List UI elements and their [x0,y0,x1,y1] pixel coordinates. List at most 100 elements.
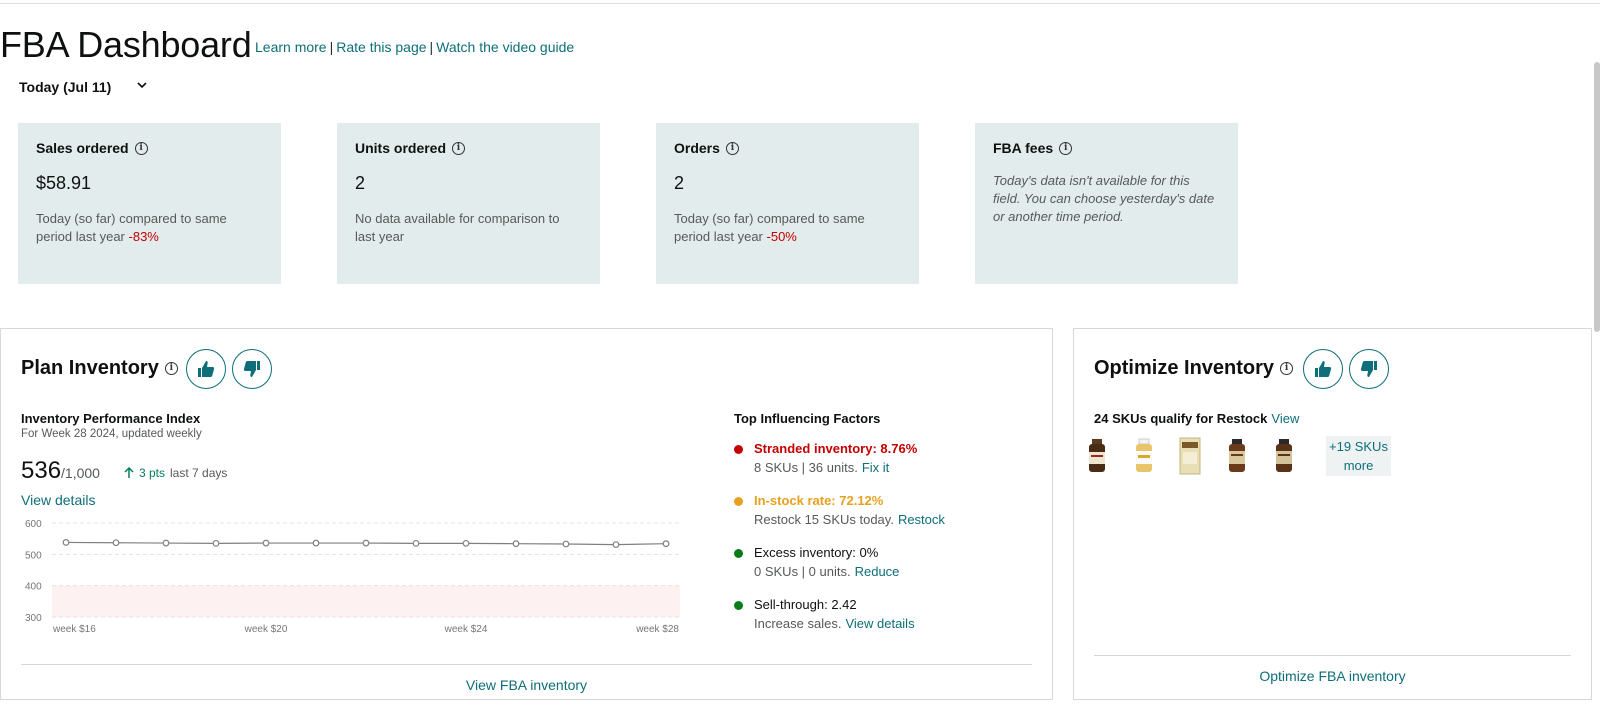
status-dot [734,497,743,506]
thumbs-down-icon [1360,361,1377,377]
video-guide-link[interactable]: Watch the video guide [436,39,574,55]
panel-divider [1094,655,1571,656]
factor-detail: Restock 15 SKUs today. [754,512,894,527]
metric-card-fba-fees: FBA fees i Today's data isn't available f… [975,123,1238,284]
product-box-image[interactable] [1173,436,1207,476]
view-details-link[interactable]: View details [21,492,95,508]
factor-label: Stranded inventory: 8.76% [754,441,918,456]
optimize-fba-inventory-link[interactable]: Optimize FBA inventory [1094,668,1571,684]
restock-view-link[interactable]: View [1271,411,1299,426]
metric-label: Units ordered [355,140,447,156]
date-dropdown-label: Today (Jul 11) [19,79,112,95]
ipi-change-period: last 7 days [170,466,228,480]
ipi-score: 536/1,000 [21,457,100,485]
metric-change: -50% [766,229,797,244]
more-skus-button[interactable]: +19 SKUs more [1326,436,1391,476]
chart-data-point [512,540,520,548]
chevron-down-icon [137,82,147,89]
info-icon[interactable]: i [725,141,739,155]
ipi-change: 3 pts last 7 days [123,466,227,480]
chart-data-point [362,539,370,547]
date-dropdown[interactable]: Today (Jul 11) [19,79,147,95]
factors-title: Top Influencing Factors [734,411,881,426]
more-skus-count: +19 SKUs [1329,439,1388,454]
chart-data-point [262,539,270,547]
info-icon[interactable]: i [134,141,148,155]
arrow-up-icon [124,467,134,478]
chart-y-tick-label: 600 [25,519,42,530]
chart-data-point [612,541,620,549]
chart-y-tick-label: 400 [25,582,42,593]
fix-it-link[interactable]: Fix it [862,460,889,475]
learn-more-link[interactable]: Learn more [255,39,327,55]
chart-y-tick-label: 300 [25,613,42,624]
metric-desc: Today (so far) compared to same period l… [674,210,901,246]
view-fba-inventory-link[interactable]: View FBA inventory [21,677,1032,693]
chart-x-tick-label: week $24 [444,624,488,635]
factor-label: Excess inventory: 0% [754,545,879,560]
status-dot [734,549,743,558]
info-icon[interactable]: i [1059,141,1073,155]
panel-title-text: Optimize Inventory [1094,357,1275,379]
metric-label: Orders [674,140,720,156]
metric-value: 2 [674,173,685,193]
ipi-subtitle: For Week 28 2024, updated weekly [21,428,202,440]
product-bottle-image[interactable] [1267,436,1301,476]
factor-detail: 8 SKUs | 36 units. [754,460,858,475]
chart-data-point [462,539,470,547]
chart-data-point [412,539,420,547]
thumbs-down-button[interactable] [1349,349,1389,389]
optimize-inventory-panel: Optimize Inventory i 24 SKUs qualify for … [1073,328,1592,700]
metric-card-units: Units ordered i 2 No data available for c… [337,123,600,284]
link-separator: | [329,39,334,55]
reduce-link[interactable]: Reduce [855,564,900,579]
product-bottle-image[interactable] [1080,436,1114,476]
ipi-change-value: 3 pts [139,466,166,480]
chart-y-tick-label: 500 [25,550,42,561]
info-icon[interactable]: i [452,141,466,155]
thumbs-up-button[interactable] [186,349,226,389]
rate-page-link[interactable]: Rate this page [336,39,426,55]
factor-label: Sell-through: 2.42 [754,597,857,612]
optimize-inventory-title: Optimize Inventory i [1094,357,1294,380]
sell-through-details-link[interactable]: View details [845,616,914,631]
factor-sell-through: Sell-through: 2.42 Increase sales. View d… [734,595,915,633]
chart-data-point [562,540,570,548]
chart-data-point [212,539,220,547]
plan-inventory-title: Plan Inventory i [21,357,178,380]
status-dot [734,601,743,610]
chart-data-point [112,539,120,547]
ipi-title: Inventory Performance Index [21,411,201,426]
page-scrollbar[interactable] [1594,62,1600,332]
product-bottle-image[interactable] [1220,436,1254,476]
thumbs-up-button[interactable] [1303,349,1343,389]
ipi-line-chart: 600 500 400 300 week $16 week $20 week $24 week… [25,519,680,635]
chart-x-tick-label: week $16 [52,624,96,635]
info-icon[interactable]: i [164,362,178,375]
status-dot [734,445,743,454]
metric-card-orders: Orders i 2 Today (so far) compared to sam… [656,123,919,284]
metric-note: Today's data isn't available for this fi… [993,173,1215,224]
chart-data-point [62,539,70,546]
factor-in-stock: In-stock rate: 72.12% Restock 15 SKUs to… [734,491,945,529]
factor-detail: Increase sales. [754,616,842,631]
metric-desc: Today (so far) compared to same period l… [36,210,263,246]
link-separator: | [429,39,434,55]
thumbs-down-button[interactable] [232,349,272,389]
chart-data-point [162,539,170,547]
thumbs-up-icon [1315,361,1332,377]
ipi-score-value: 536 [21,457,62,484]
product-bottle-image[interactable] [1127,436,1161,476]
info-icon[interactable]: i [1280,362,1294,375]
page-title: FBA Dashboard [0,24,252,65]
chart-shaded-band [52,585,680,617]
factor-detail: 0 SKUs | 0 units. [754,564,851,579]
restock-link[interactable]: Restock [898,512,945,527]
chart-data-point [312,539,320,547]
metric-value: 2 [355,173,366,193]
more-skus-suffix: more [1343,458,1374,473]
metric-card-sales: Sales ordered i $58.91 Today (so far) com… [18,123,281,284]
panel-title-text: Plan Inventory [21,357,159,379]
metric-change: -83% [128,229,159,244]
metric-label: FBA fees [993,140,1054,156]
